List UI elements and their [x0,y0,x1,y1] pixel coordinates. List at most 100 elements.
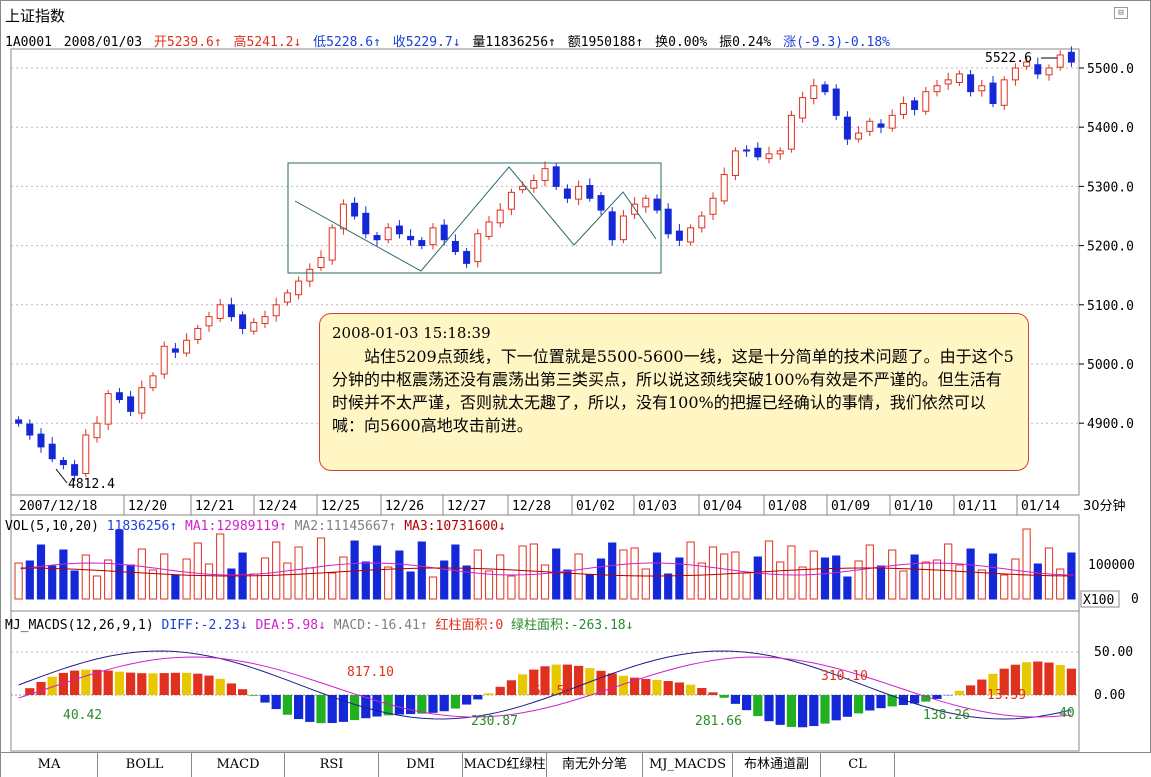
candle-body [1067,51,1075,63]
macd-bar [641,678,651,695]
tab-boll[interactable]: BOLL [98,753,192,777]
candle-body [709,197,717,215]
macd-bar [842,695,852,717]
macd-value: MACD:-16.41↑ [333,618,428,633]
tab-bollinger-sub[interactable]: 布林通道副 [733,753,821,777]
candle-body [71,464,79,476]
macd-bar [652,679,662,695]
candle-body [642,197,650,208]
volume-bar [552,548,561,600]
macd-red-area: 红柱面积:0 [435,618,504,633]
candle-body [530,179,538,189]
candle-body [810,85,818,99]
macd-bar [932,695,942,699]
volume-bar [126,564,135,600]
candle-body [675,230,683,241]
macd-bar [70,670,80,695]
tab-ma[interactable]: MA [1,753,98,777]
price-axis-labels: 5500.0 5400.0 5300.0 5200.0 5100.0 5000.0 4900… [1087,62,1134,432]
macd-bar [518,674,528,695]
candle-body [843,116,851,140]
macd-bar [36,681,46,695]
macd-bar [182,672,192,695]
volume-bar [204,563,214,600]
macd-bar [1033,661,1043,695]
macd-bar [204,675,214,695]
volume-bar [977,569,986,600]
volume-bar [585,574,594,600]
volume-bar [350,540,359,600]
macd-area-label: 281.66 [695,714,742,729]
volume-bar [753,556,762,600]
volume-bar [496,554,505,600]
volume-bar [395,550,404,600]
candle-body [48,443,56,460]
candle-body [183,339,191,354]
candle-body [888,114,896,129]
macd-bar [450,695,460,709]
candle-body [731,150,739,176]
tab-tick-detail[interactable]: 南无外分笔 [547,753,643,777]
macd-bar [954,690,964,695]
volume-bar [227,568,236,600]
volume-unit: X100 [1083,593,1114,608]
volume-bar [451,544,460,600]
tab-macd-red-green[interactable]: MACD红绿柱 [463,753,547,777]
volume-bar [787,545,796,600]
tab-rsi[interactable]: RSI [285,753,379,777]
volume-bar [776,561,785,600]
volume-bar [59,549,68,600]
candle-body [171,348,179,353]
volume-bar [283,562,292,600]
volume-bar [148,569,158,600]
candle-body [328,227,336,261]
tab-dmi[interactable]: DMI [379,753,463,777]
volume-bar [249,573,258,600]
candle-body [832,88,840,116]
price-tick-label: 5200.0 [1087,240,1134,255]
volume-axis-zero: 0 [1131,592,1139,607]
macd-area-label: 310.10 [821,669,868,684]
volume-axis-value: 100000 [1088,558,1135,573]
macd-bar [428,695,438,713]
candle-body [855,132,863,140]
macd-green-area: 绿柱面积:-263.18↓ [510,618,634,633]
macd-bar [170,672,180,695]
volume-bar [540,564,550,600]
macd-bar [81,669,91,695]
macd-bar [1066,668,1076,695]
volume-bar [619,549,628,600]
macd-bar [663,681,673,695]
candle-body [451,240,459,253]
candle-body [519,185,527,191]
macd-dea: DEA:5.98↓ [255,618,326,633]
tab-cl[interactable]: CL [821,753,895,777]
volume-bar [664,573,673,600]
macd-bar [1055,665,1065,695]
candle-body [362,212,370,235]
candle-body [955,73,963,84]
volume-bar [1011,558,1020,600]
macd-bar [473,695,483,700]
macd-bar [271,695,281,710]
macd-axis-zero: 0.00 [1094,688,1125,703]
tab-macd[interactable]: MACD [192,753,285,777]
candle-body [687,227,695,243]
volume-bar [876,565,886,600]
macd-indicator-label: MJ_MACDS(12,26,9,1) [5,618,154,633]
note-timestamp: 2008-01-03 15:18:39 [332,324,491,342]
macd-bar [674,682,684,695]
price-tick-label: 4900.0 [1087,417,1134,432]
macd-bar [742,695,752,711]
candle-body [485,221,493,237]
macd-area-label: 230.87 [471,714,518,729]
volume-bar [955,564,964,600]
candle-body [295,280,303,296]
candle-body [989,82,997,105]
volume-bar [417,541,426,600]
tab-mj-macds[interactable]: MJ_MACDS [643,753,733,777]
candle-body [1045,67,1053,76]
volume-bar [160,553,169,600]
candle-body [261,316,269,324]
volume-bar [440,560,449,600]
